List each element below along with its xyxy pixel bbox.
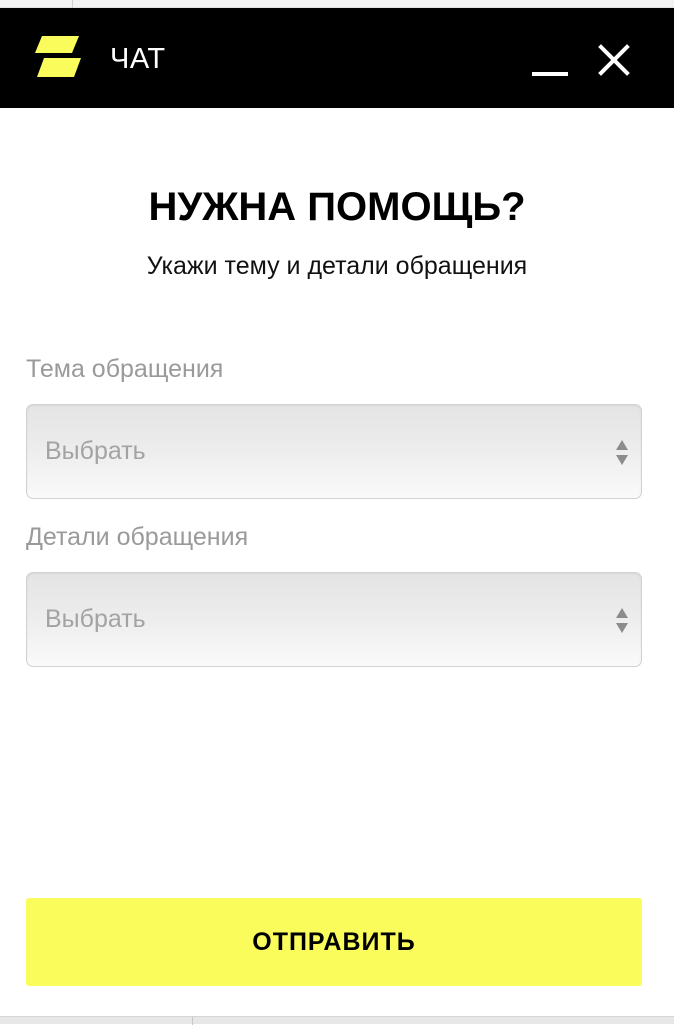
background-page-bottom [0, 1016, 674, 1025]
page-subtitle: Укажи тему и детали обращения [146, 252, 528, 280]
select-arrows-icon [615, 439, 629, 467]
details-select[interactable]: Выбрать [26, 572, 642, 667]
topic-label: Тема обращения [26, 355, 224, 383]
chat-window: ЧАТ НУЖНА ПОМОЩЬ? Укажи тему и детали об… [0, 8, 674, 1016]
topic-select[interactable]: Выбрать [26, 404, 642, 499]
brand-logo-icon [35, 36, 81, 82]
topic-select-value: Выбрать [45, 437, 146, 465]
submit-button-label: ОТПРАВИТЬ [252, 928, 416, 956]
details-select-value: Выбрать [45, 605, 146, 633]
select-arrows-icon [615, 607, 629, 635]
chat-title: ЧАТ [110, 43, 166, 75]
minimize-icon [532, 72, 568, 76]
chat-header: ЧАТ [0, 8, 674, 108]
submit-button[interactable]: ОТПРАВИТЬ [26, 898, 642, 986]
background-page-top [0, 0, 674, 8]
page-title: НУЖНА ПОМОЩЬ? [148, 185, 526, 229]
details-label: Детали обращения [26, 523, 249, 551]
minimize-button[interactable] [524, 38, 576, 86]
close-icon [592, 38, 636, 82]
close-button[interactable] [592, 38, 636, 82]
